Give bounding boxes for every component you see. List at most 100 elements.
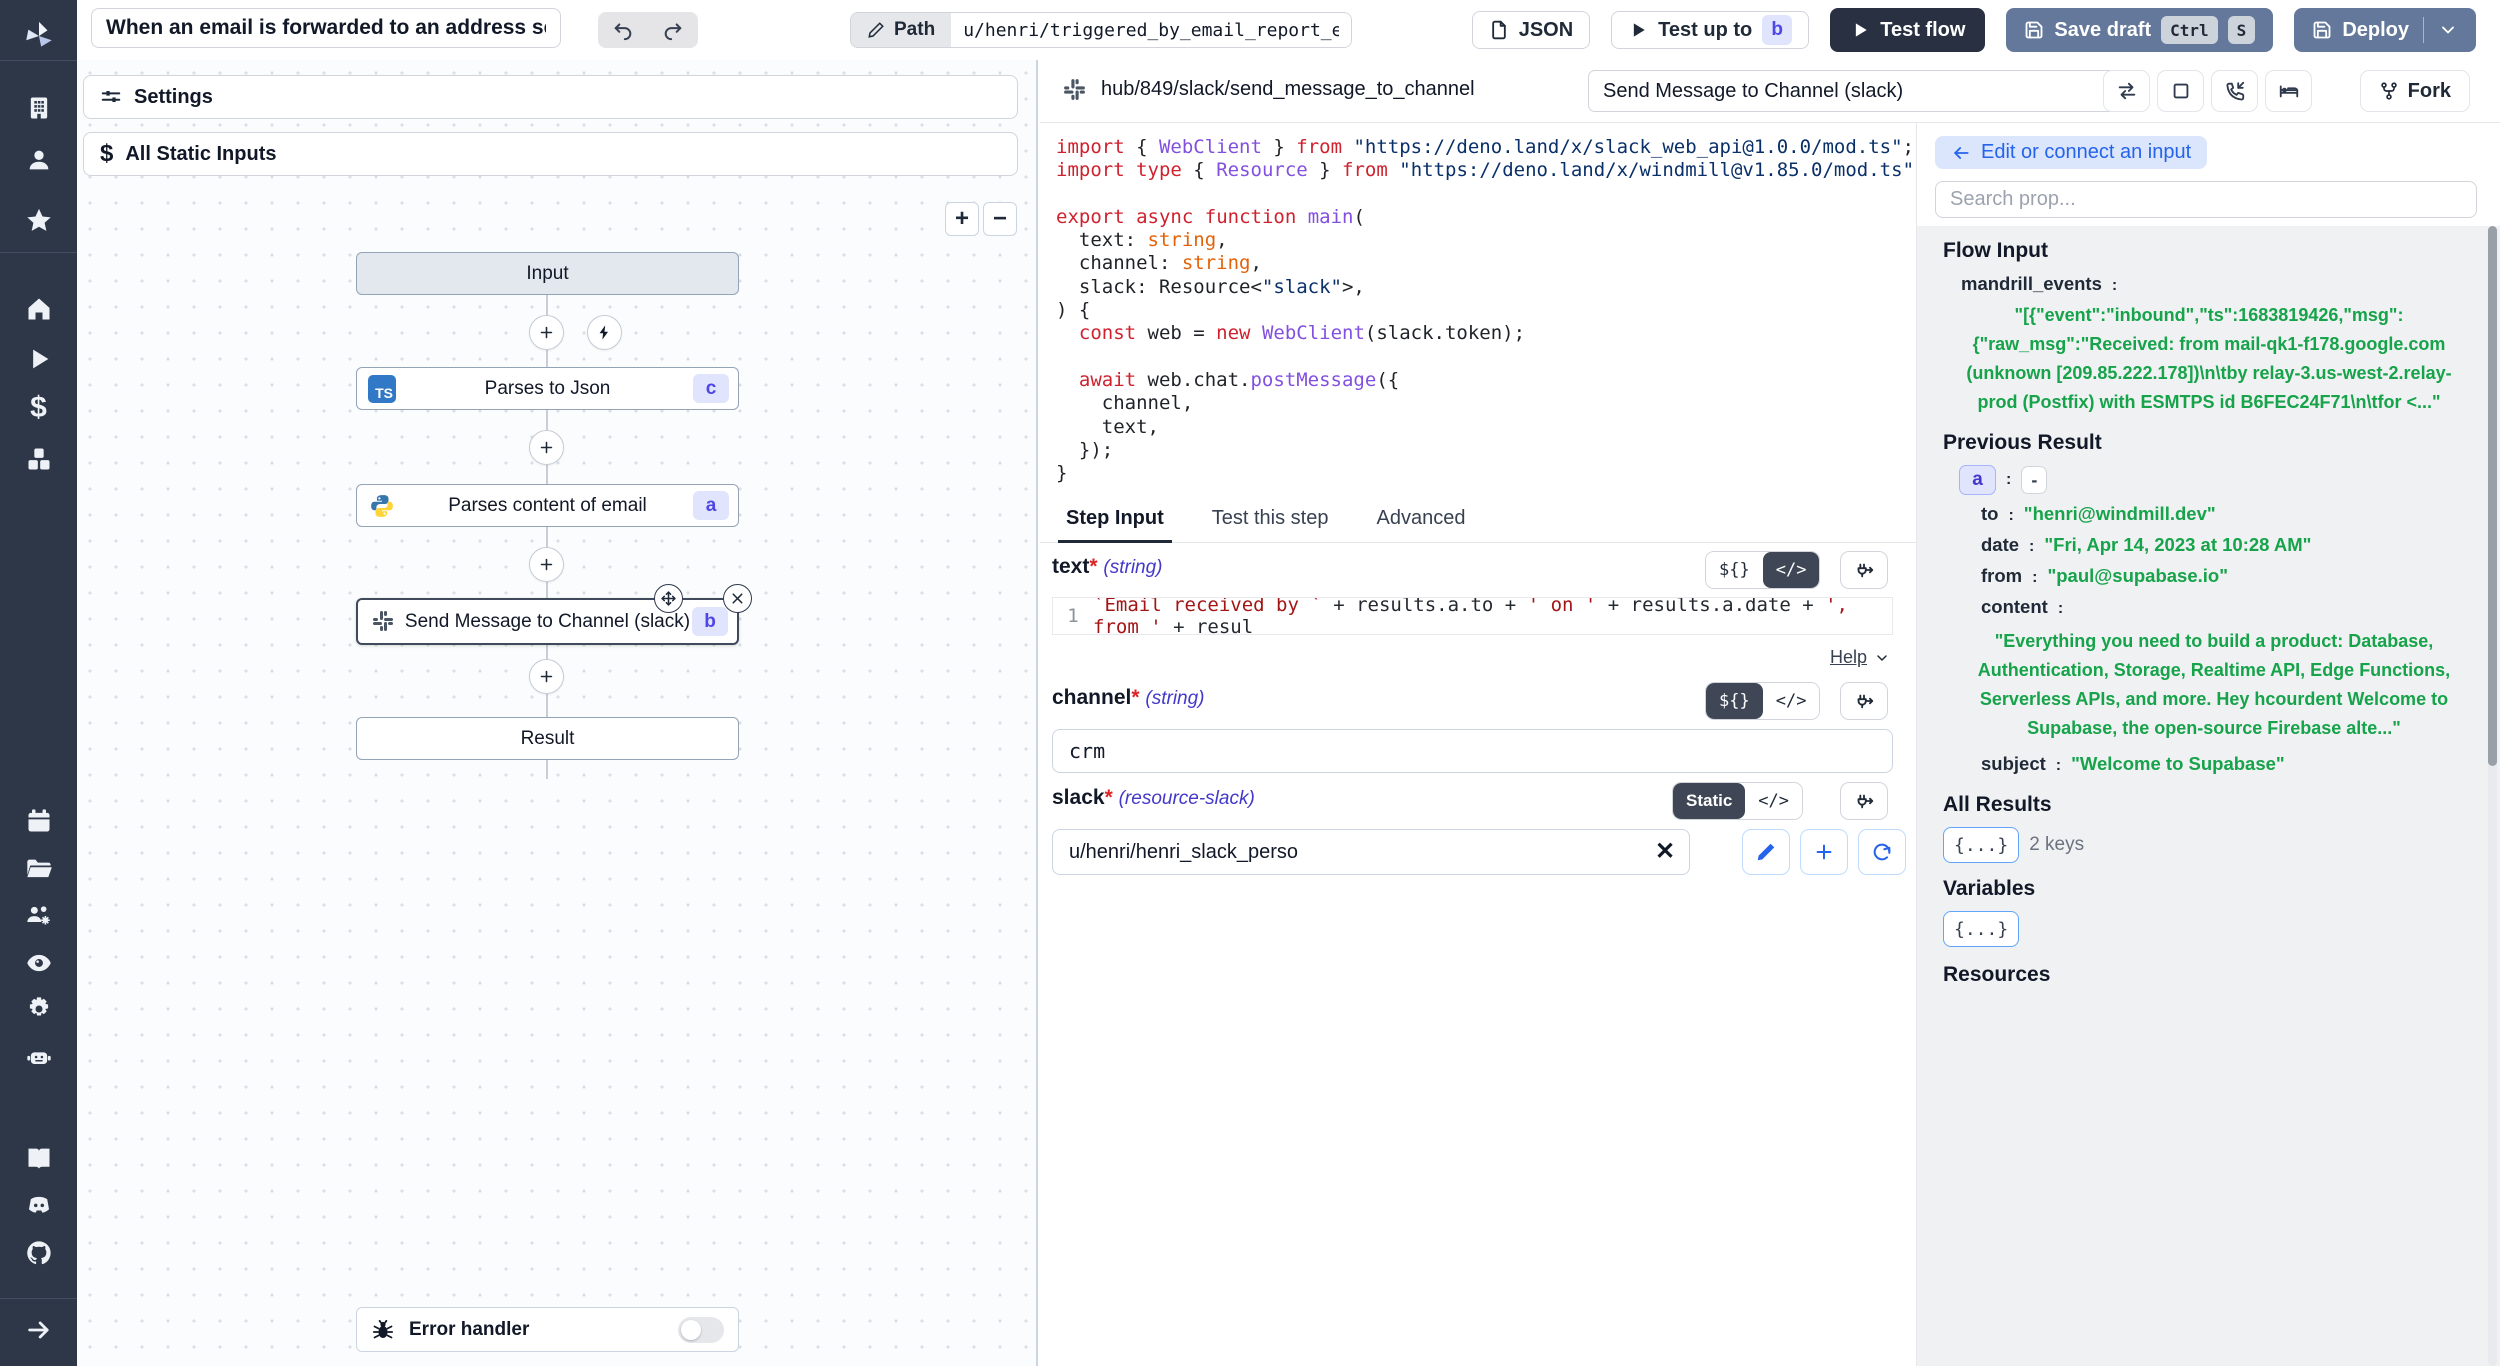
graph-zoom-in-button[interactable]: + — [945, 202, 979, 236]
delete-step-button[interactable] — [723, 584, 752, 613]
sidebar-item-docs[interactable] — [0, 1134, 77, 1182]
result-row[interactable]: subject:"Welcome to Supabase" — [1981, 753, 2475, 775]
sidebar-item-github[interactable] — [0, 1229, 77, 1277]
scrollbar[interactable] — [2488, 226, 2497, 1366]
path-edit-button[interactable]: Path — [851, 13, 951, 47]
field-label-channel: channel* (string) — [1052, 686, 1205, 710]
text-connect-plug-button[interactable] — [1840, 551, 1888, 589]
edit-or-connect-button[interactable]: Edit or connect an input — [1935, 136, 2207, 169]
flow-input-key-row[interactable]: mandrill_events : — [1961, 273, 2475, 295]
webhook-call-button[interactable] — [2211, 70, 2258, 112]
collapse-badge[interactable]: - — [2021, 466, 2047, 494]
expand-editor-button[interactable] — [2157, 70, 2204, 112]
test-flow-button[interactable]: Test flow — [1830, 8, 1985, 52]
sidebar-item-discord[interactable] — [0, 1181, 77, 1229]
flow-title-input[interactable] — [91, 8, 561, 48]
fork-button[interactable]: Fork — [2360, 70, 2470, 112]
sidebar-item-favorites[interactable] — [0, 196, 77, 244]
variables-row: {...} — [1943, 911, 2475, 947]
sidebar-item-runs[interactable] — [0, 335, 77, 383]
all-static-inputs-label: All Static Inputs — [125, 143, 276, 166]
test-flow-label: Test flow — [1880, 19, 1965, 42]
error-handler-node[interactable]: Error handler — [356, 1307, 739, 1352]
json-button[interactable]: JSON — [1472, 11, 1590, 49]
sidebar-item-settings[interactable] — [0, 985, 77, 1033]
hub-path-text[interactable]: hub/849/slack/send_message_to_channel — [1101, 78, 1475, 101]
mode-javascript-button[interactable]: </> — [1763, 683, 1820, 719]
insert-step-button[interactable] — [529, 547, 564, 582]
all-static-inputs-button[interactable]: $ All Static Inputs — [83, 132, 1018, 176]
test-up-to-step-badge[interactable]: b — [1762, 15, 1792, 45]
node-input[interactable]: Input — [356, 252, 739, 295]
search-prop-input[interactable] — [1935, 181, 2477, 218]
help-toggle[interactable]: Help — [1830, 647, 1890, 668]
sidebar-item-folders[interactable] — [0, 845, 77, 893]
sidebar-item-workspace[interactable] — [0, 84, 77, 132]
result-row[interactable]: from:"paul@supabase.io" — [1981, 565, 2475, 587]
plus-icon — [538, 439, 555, 456]
plug-arrow-icon — [1853, 690, 1875, 712]
previous-result-root-row: a : - — [1959, 465, 2475, 495]
file-json-icon — [1489, 20, 1509, 40]
flow-settings-button[interactable]: Settings — [83, 75, 1018, 119]
mode-javascript-button[interactable]: </> — [1763, 552, 1820, 588]
windmill-logo-icon[interactable] — [0, 12, 77, 60]
kbd-ctrl: Ctrl — [2161, 16, 2218, 44]
result-row[interactable]: content: — [1981, 596, 2475, 618]
deploy-button[interactable]: Deploy — [2294, 8, 2476, 52]
swap-script-button[interactable] — [2103, 70, 2150, 112]
sidebar-item-workers[interactable] — [0, 1033, 77, 1081]
trigger-button[interactable] — [587, 315, 622, 350]
sidebar-item-home[interactable] — [0, 285, 77, 333]
result-row[interactable]: to:"henri@windmill.dev" — [1981, 503, 2475, 525]
sidebar-divider — [0, 60, 77, 61]
sidebar-item-schedules[interactable] — [0, 797, 77, 845]
insert-step-button[interactable] — [529, 430, 564, 465]
sidebar-item-groups[interactable] — [0, 891, 77, 939]
add-resource-button[interactable] — [1800, 829, 1848, 875]
sidebar-item-variables[interactable]: $ — [0, 384, 77, 432]
refresh-resource-button[interactable] — [1858, 829, 1906, 875]
move-step-handle[interactable] — [654, 584, 683, 613]
node-step-c[interactable]: TS Parses to Json c — [356, 367, 739, 410]
clear-resource-button[interactable]: ✕ — [1655, 837, 1675, 866]
pencil-icon — [867, 21, 885, 39]
text-expression-editor[interactable]: 1 `Email received by ` + results.a.to + … — [1052, 597, 1893, 635]
result-key-a-badge[interactable]: a — [1959, 465, 1996, 495]
slack-resource-input[interactable] — [1052, 829, 1690, 875]
flow-input-value[interactable]: "[{"event":"inbound","ts":1683819426,"ms… — [1943, 301, 2475, 417]
path-label: Path — [894, 19, 935, 41]
test-up-to-button[interactable]: Test up to b — [1611, 11, 1809, 49]
all-results-expand-badge[interactable]: {...} — [1943, 827, 2019, 863]
sidebar-item-audit-logs[interactable] — [0, 939, 77, 987]
mode-javascript-button[interactable]: </> — [1745, 783, 1802, 819]
variables-expand-badge[interactable]: {...} — [1943, 911, 2019, 947]
chevron-down-icon[interactable] — [2438, 20, 2458, 40]
diff-button[interactable] — [2265, 70, 2312, 112]
node-result[interactable]: Result — [356, 717, 739, 760]
step-name-input[interactable] — [1588, 70, 2116, 112]
insert-step-button[interactable] — [529, 659, 564, 694]
node-step-a[interactable]: Parses content of email a — [356, 484, 739, 527]
insert-step-button[interactable] — [529, 315, 564, 350]
error-handler-toggle[interactable] — [678, 1317, 724, 1343]
result-content-value[interactable]: "Everything you need to build a product:… — [1953, 627, 2475, 743]
sidebar-item-resources[interactable] — [0, 435, 77, 483]
graph-zoom-out-button[interactable]: − — [983, 202, 1017, 236]
sidebar-collapse-arrow-icon[interactable] — [0, 1306, 77, 1354]
channel-value-input[interactable] — [1052, 729, 1893, 773]
channel-connect-plug-button[interactable] — [1840, 682, 1888, 720]
mode-static-button[interactable]: Static — [1673, 783, 1745, 819]
mode-template-button[interactable]: ${} — [1706, 683, 1763, 719]
undo-button[interactable] — [598, 12, 648, 48]
redo-button[interactable] — [648, 12, 698, 48]
node-step-b-selected[interactable]: Send Message to Channel (slack) b — [356, 598, 739, 645]
edit-resource-button[interactable] — [1742, 829, 1790, 875]
sidebar-item-user[interactable] — [0, 136, 77, 184]
save-draft-button[interactable]: Save draft Ctrl S — [2006, 8, 2273, 52]
path-input[interactable] — [951, 13, 1351, 47]
slack-connect-plug-button[interactable] — [1840, 782, 1888, 820]
scrollbar-thumb[interactable] — [2488, 226, 2497, 766]
result-row[interactable]: date:"Fri, Apr 14, 2023 at 10:28 AM" — [1981, 534, 2475, 556]
mode-template-button[interactable]: ${} — [1706, 552, 1763, 588]
